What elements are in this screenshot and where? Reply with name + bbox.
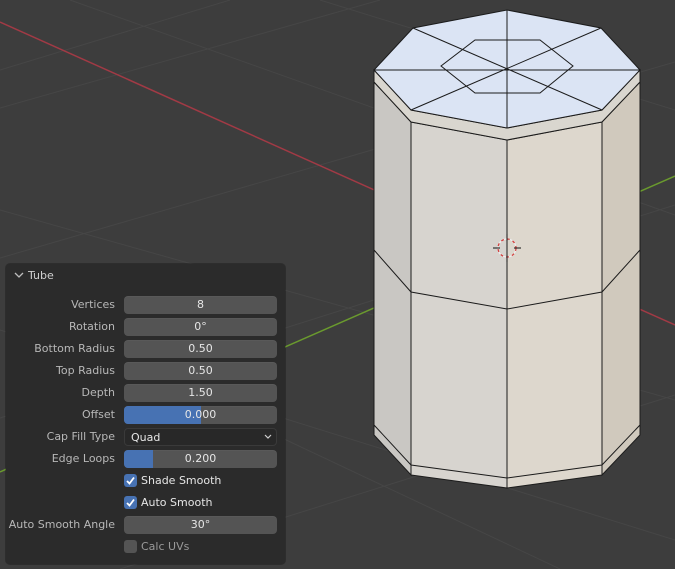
auto-smooth-angle-label: Auto Smooth Angle: [8, 518, 115, 531]
bottom-radius-row: Bottom Radius 0.50: [6, 339, 285, 359]
vertices-row: Vertices 8: [6, 295, 285, 315]
auto-smooth-row: Auto Smooth: [6, 493, 285, 513]
cap-fill-type-dropdown[interactable]: Quad: [124, 428, 277, 446]
edge-loops-label: Edge Loops: [51, 452, 115, 465]
rotation-value: 0°: [194, 320, 207, 333]
offset-row: Offset 0.000: [6, 405, 285, 425]
panel-header[interactable]: Tube: [6, 264, 285, 288]
auto-smooth-angle-value: 30°: [190, 518, 211, 531]
top-radius-field[interactable]: 0.50: [124, 362, 277, 380]
tube-mesh[interactable]: [373, 9, 641, 489]
checkmark-icon: [126, 498, 135, 507]
calc-uvs-row: Calc UVs: [6, 537, 285, 557]
shade-smooth-row: Shade Smooth: [6, 471, 285, 491]
offset-label: Offset: [81, 408, 115, 421]
calc-uvs-checkbox[interactable]: [124, 540, 137, 553]
offset-slider[interactable]: 0.000: [124, 406, 277, 424]
rotation-label: Rotation: [68, 320, 115, 333]
top-radius-value: 0.50: [188, 364, 213, 377]
bottom-radius-value: 0.50: [188, 342, 213, 355]
auto-smooth-label[interactable]: Auto Smooth: [141, 496, 212, 509]
calc-uvs-label[interactable]: Calc UVs: [141, 540, 189, 553]
depth-label: Depth: [81, 386, 115, 399]
vertices-value: 8: [197, 298, 204, 311]
redo-last-panel: Tube Vertices 8 Rotation 0° Bottom Radiu…: [6, 264, 285, 564]
shade-smooth-label[interactable]: Shade Smooth: [141, 474, 221, 487]
top-radius-row: Top Radius 0.50: [6, 361, 285, 381]
cap-fill-type-label: Cap Fill Type: [46, 430, 115, 443]
auto-smooth-angle-field[interactable]: 30°: [124, 516, 277, 534]
edge-loops-value: 0.200: [184, 452, 217, 465]
checkmark-icon: [126, 476, 135, 485]
depth-field[interactable]: 1.50: [124, 384, 277, 402]
offset-value: 0.000: [184, 408, 217, 421]
chevron-down-icon[interactable]: [14, 270, 24, 280]
depth-row: Depth 1.50: [6, 383, 285, 403]
bottom-radius-field[interactable]: 0.50: [124, 340, 277, 358]
rotation-row: Rotation 0°: [6, 317, 285, 337]
cap-fill-type-value: Quad: [131, 431, 161, 444]
panel-title: Tube: [28, 269, 54, 282]
edge-loops-slider[interactable]: 0.200: [124, 450, 277, 468]
cap-fill-type-row: Cap Fill Type Quad: [6, 427, 285, 447]
edge-loops-row: Edge Loops 0.200: [6, 449, 285, 469]
vertices-label: Vertices: [71, 298, 115, 311]
shade-smooth-checkbox[interactable]: [124, 474, 137, 487]
depth-value: 1.50: [188, 386, 213, 399]
rotation-field[interactable]: 0°: [124, 318, 277, 336]
vertices-field[interactable]: 8: [124, 296, 277, 314]
top-radius-label: Top Radius: [56, 364, 115, 377]
auto-smooth-angle-row: Auto Smooth Angle 30°: [6, 515, 285, 535]
auto-smooth-checkbox[interactable]: [124, 496, 137, 509]
chevron-down-icon: [264, 434, 272, 439]
bottom-radius-label: Bottom Radius: [34, 342, 115, 355]
